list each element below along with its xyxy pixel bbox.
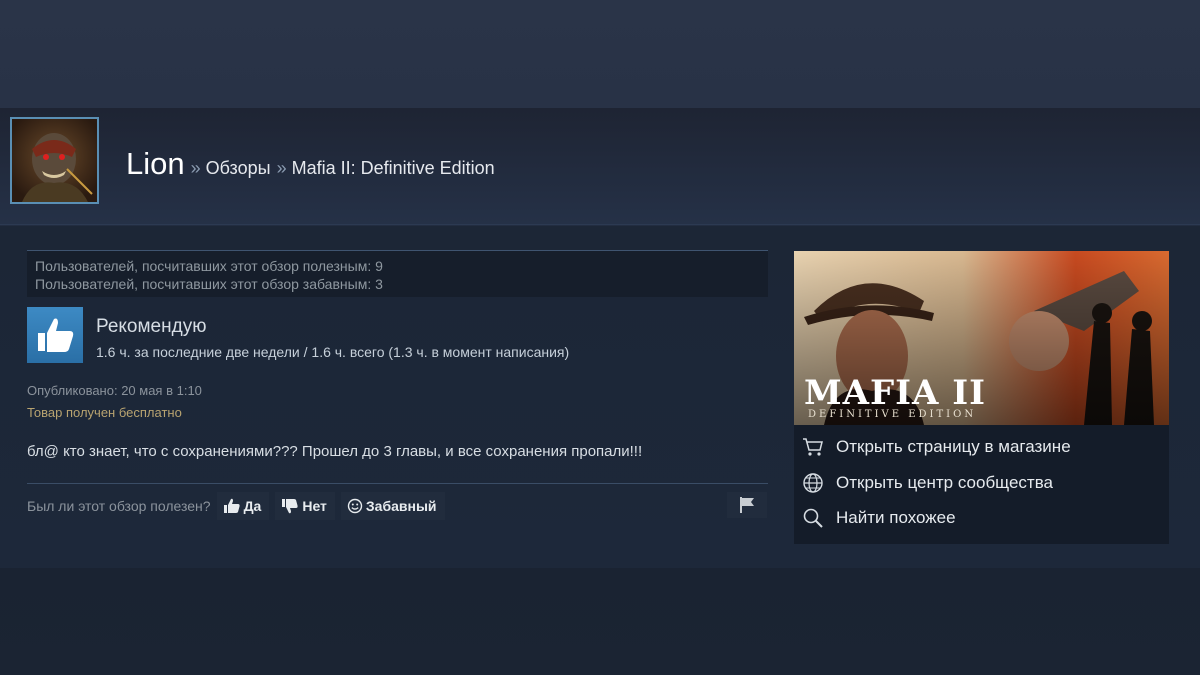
cart-icon [803, 438, 823, 456]
breadcrumb-username[interactable]: Lion [126, 146, 185, 182]
community-hub-link-label: Открыть центр сообщества [836, 473, 1054, 492]
avatar[interactable] [10, 117, 99, 204]
breadcrumb-reviews[interactable]: Обзоры [206, 158, 271, 179]
posted-date: Опубликовано: 20 мая в 1:10 [27, 383, 202, 398]
thumbs-up-icon [27, 307, 83, 363]
breadcrumb: Lion » Обзоры » Mafia II: Definitive Edi… [126, 146, 495, 186]
received-free-note: Товар получен бесплатно [27, 405, 182, 420]
breadcrumb-separator: » [276, 158, 287, 178]
review-stats-box: Пользователей, посчитавших этот обзор по… [27, 250, 768, 297]
vote-question: Был ли этот обзор полезен? [27, 498, 211, 514]
game-capsule-image[interactable]: MAFIA II DEFINITIVE EDITION [794, 251, 1169, 425]
page-bottom-background [0, 568, 1200, 675]
review-verdict: Рекомендую [96, 316, 207, 337]
game-sidebar: MAFIA II DEFINITIVE EDITION Открыть стра… [794, 251, 1169, 544]
helpful-count-line: Пользователей, посчитавших этот обзор по… [35, 258, 383, 274]
store-page-link-label: Открыть страницу в магазине [836, 437, 1071, 456]
vote-funny-label: Забавный [365, 498, 437, 514]
vote-yes-label: Да [243, 498, 262, 514]
smiley-icon [347, 498, 363, 514]
page-top-background [0, 0, 1200, 108]
capsule-logo: MAFIA II [804, 373, 987, 413]
thumbs-up-small-icon [223, 498, 240, 513]
capsule-subtitle: DEFINITIVE EDITION [808, 409, 977, 420]
vote-controls: Был ли этот обзор полезен? Да Нет Забавн… [27, 492, 445, 520]
divider [27, 483, 768, 484]
thumbs-down-small-icon [282, 499, 298, 514]
breadcrumb-game[interactable]: Mafia II: Definitive Edition [292, 158, 495, 179]
store-page-link[interactable]: Открыть страницу в магазине [802, 433, 1071, 461]
playtime-hours: 1.6 ч. за последние две недели / 1.6 ч. … [96, 344, 570, 360]
magnifier-icon [803, 508, 823, 528]
vote-yes-button[interactable]: Да [216, 492, 270, 520]
find-similar-link[interactable]: Найти похожее [802, 504, 956, 532]
globe-icon [803, 473, 823, 493]
avatar-image [12, 119, 97, 202]
vote-no-button[interactable]: Нет [275, 492, 335, 520]
community-hub-link[interactable]: Открыть центр сообщества [802, 469, 1053, 497]
flag-icon [740, 497, 754, 513]
report-flag-button[interactable] [727, 492, 767, 518]
review-body-text: бл@ кто знает, что с сохранениями??? Про… [27, 443, 643, 460]
find-similar-link-label: Найти похожее [836, 508, 956, 527]
vote-no-label: Нет [302, 498, 327, 514]
funny-count-line: Пользователей, посчитавших этот обзор за… [35, 276, 383, 292]
vote-funny-button[interactable]: Забавный [340, 492, 445, 520]
breadcrumb-separator: » [190, 158, 201, 178]
